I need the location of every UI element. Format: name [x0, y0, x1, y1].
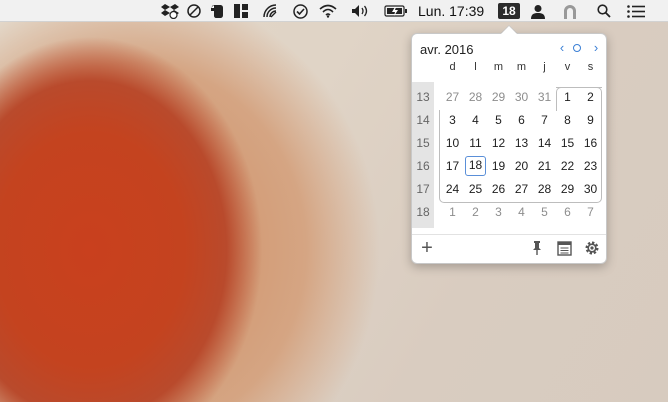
day-cell[interactable]: 2	[579, 87, 602, 107]
menu-bar: Lun. 17:39 18	[0, 0, 668, 22]
weekday-label: v	[564, 61, 571, 73]
day-cell[interactable]: 26	[487, 179, 510, 199]
day-cell[interactable]: 28	[533, 179, 556, 199]
user-icon[interactable]	[529, 2, 547, 20]
week-number: 17	[416, 182, 430, 196]
week-number: 18	[416, 205, 430, 219]
day-cell[interactable]: 24	[441, 179, 464, 199]
day-cell-other-month[interactable]: 6	[556, 202, 579, 222]
popover-arrow-inner	[501, 26, 517, 34]
weekday-label: m	[516, 61, 527, 73]
day-cell[interactable]: 29	[556, 179, 579, 199]
day-cell[interactable]: 30	[579, 179, 602, 199]
day-cell-other-month[interactable]: 31	[533, 87, 556, 107]
day-cell[interactable]: 21	[533, 156, 556, 176]
weekday-header: d l mm j v s	[441, 61, 603, 75]
day-cell[interactable]: 19	[487, 156, 510, 176]
calendar-popover: avr. 2016 ‹ › dlmmjvs 13 14 15 16 17 18 27 28 2…	[411, 33, 607, 264]
day-cell[interactable]: 16	[579, 133, 602, 153]
weekday-label: m	[493, 61, 504, 73]
pin-icon[interactable]	[528, 239, 546, 257]
weekday-label: l	[474, 61, 477, 73]
gear-icon[interactable]	[583, 239, 601, 257]
day-cell[interactable]: 18	[465, 156, 486, 176]
calendar-date-badge[interactable]: 18	[498, 3, 520, 19]
day-cell-other-month[interactable]: 3	[487, 202, 510, 222]
day-cell[interactable]: 15	[556, 133, 579, 153]
day-cell[interactable]: 22	[556, 156, 579, 176]
arch-app-icon[interactable]	[561, 2, 579, 20]
footer-divider	[412, 234, 606, 235]
prev-month-button[interactable]: ‹	[556, 41, 568, 54]
dropbox-sync-icon[interactable]	[160, 2, 180, 20]
day-cell[interactable]: 6	[510, 110, 533, 130]
no-entry-icon[interactable]	[185, 2, 203, 20]
day-cell[interactable]: 1	[556, 87, 579, 107]
day-cell-other-month[interactable]: 4	[510, 202, 533, 222]
day-cell[interactable]: 20	[510, 156, 533, 176]
day-cell[interactable]: 3	[441, 110, 464, 130]
day-cell-other-month[interactable]: 29	[487, 87, 510, 107]
weekday-label: s	[587, 61, 594, 73]
search-icon[interactable]	[595, 2, 613, 20]
grid-app-icon[interactable]	[232, 2, 250, 20]
volume-icon[interactable]	[349, 2, 371, 20]
week-number-column: 13 14 15 16 17 18	[412, 82, 434, 228]
day-cell-other-month[interactable]: 28	[464, 87, 487, 107]
week-number: 14	[416, 113, 430, 127]
wifi-icon[interactable]	[317, 2, 339, 20]
day-cell-other-month[interactable]: 1	[441, 202, 464, 222]
day-cell[interactable]: 11	[464, 133, 487, 153]
day-cell[interactable]: 17	[441, 156, 464, 176]
day-cell-other-month[interactable]: 7	[579, 202, 602, 222]
day-cell[interactable]: 27	[510, 179, 533, 199]
add-event-button[interactable]: +	[418, 237, 436, 259]
day-cell[interactable]: 7	[533, 110, 556, 130]
day-cell[interactable]: 5	[487, 110, 510, 130]
day-cell[interactable]: 10	[441, 133, 464, 153]
today-button[interactable]	[573, 44, 581, 52]
day-cell[interactable]: 14	[533, 133, 556, 153]
week-number: 16	[416, 159, 430, 173]
day-cell[interactable]: 12	[487, 133, 510, 153]
signal-icon[interactable]	[261, 2, 281, 20]
day-cell[interactable]: 25	[464, 179, 487, 199]
evernote-icon[interactable]	[208, 2, 226, 20]
list-menu-icon[interactable]	[625, 2, 647, 20]
day-cell-other-month[interactable]: 27	[441, 87, 464, 107]
weekday-label: j	[543, 61, 546, 73]
day-cell[interactable]: 8	[556, 110, 579, 130]
month-title: avr. 2016	[420, 42, 474, 57]
checkmark-circle-icon[interactable]	[291, 2, 309, 20]
day-cell[interactable]: 23	[579, 156, 602, 176]
week-number: 13	[416, 90, 430, 104]
week-number: 15	[416, 136, 430, 150]
day-cell[interactable]: 4	[464, 110, 487, 130]
menubar-clock[interactable]: Lun. 17:39	[418, 3, 484, 19]
day-cell-other-month[interactable]: 5	[533, 202, 556, 222]
day-cell[interactable]: 13	[510, 133, 533, 153]
calendar-app-icon[interactable]	[555, 239, 573, 257]
weekday-label: d	[449, 61, 456, 73]
battery-charging-icon[interactable]	[383, 2, 409, 20]
day-cell-other-month[interactable]: 2	[464, 202, 487, 222]
day-cell[interactable]: 9	[579, 110, 602, 130]
day-cell-other-month[interactable]: 30	[510, 87, 533, 107]
next-month-button[interactable]: ›	[590, 41, 602, 54]
